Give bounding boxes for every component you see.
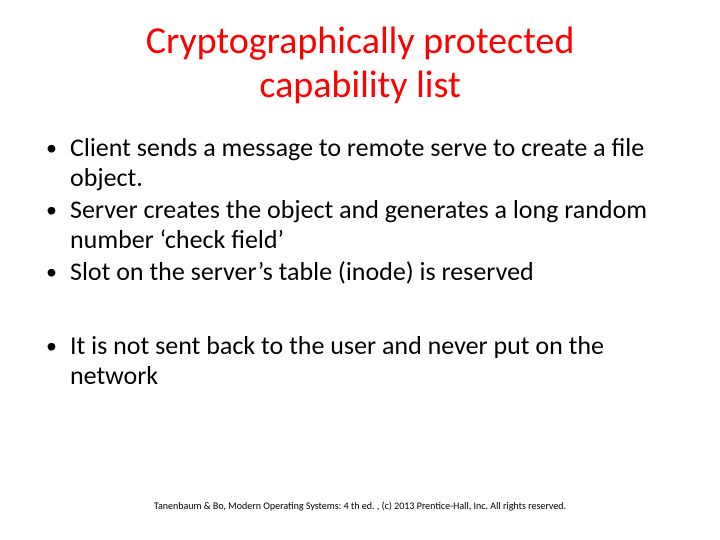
slide-title: Cryptographically protected capability l… <box>90 20 630 107</box>
list-item: Server creates the object and generates … <box>40 195 680 255</box>
spacer <box>40 289 680 331</box>
list-item: Slot on the server’s table (inode) is re… <box>40 257 680 287</box>
footer-citation: Tanenbaum & Bo, Modern Operating Systems… <box>0 499 720 512</box>
slide: Cryptographically protected capability l… <box>0 0 720 540</box>
list-item: It is not sent back to the user and neve… <box>40 331 680 391</box>
bullet-list-secondary: It is not sent back to the user and neve… <box>40 331 680 391</box>
list-item: Client sends a message to remote serve t… <box>40 133 680 193</box>
bullet-list-primary: Client sends a message to remote serve t… <box>40 133 680 286</box>
slide-body: Client sends a message to remote serve t… <box>40 133 680 390</box>
